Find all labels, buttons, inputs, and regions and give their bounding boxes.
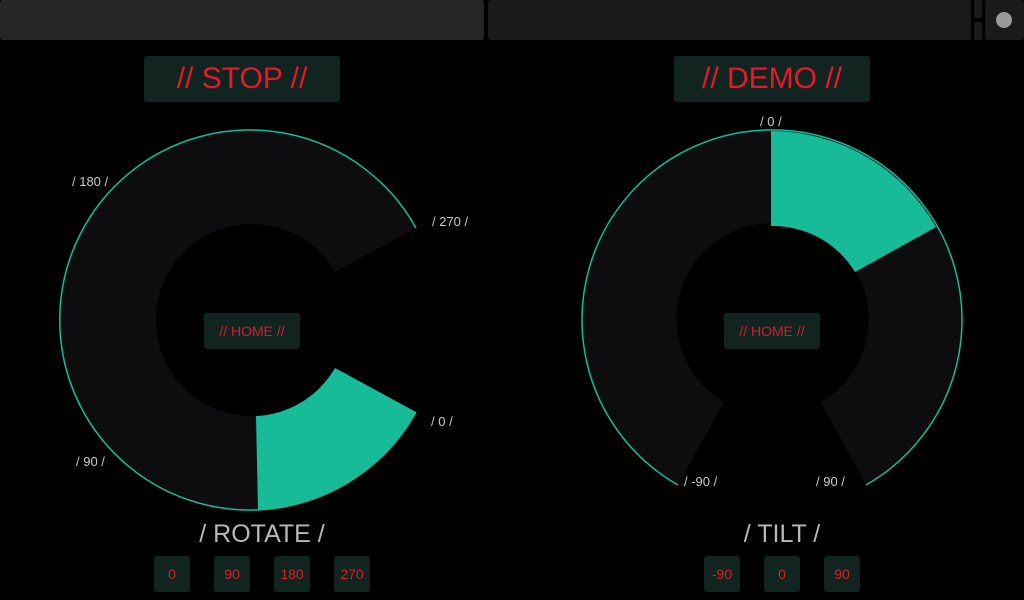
tilt-state-button[interactable]: // DEMO // (674, 56, 870, 102)
rotate-preset-0[interactable]: 0 (154, 556, 190, 592)
rotate-scale-270: / 270 / (432, 214, 469, 229)
tilt-preset-90[interactable]: 90 (824, 556, 860, 592)
tilt-scale-minus-90: / -90 / (684, 474, 718, 489)
tilt-scale-0: / 0 / (760, 114, 782, 129)
rotate-scale-0: / 0 / (431, 414, 453, 429)
tilt-title: / TILT / (743, 520, 821, 548)
tilt-preset-0[interactable]: 0 (764, 556, 800, 592)
tilt-preset-minus-90[interactable]: -90 (704, 556, 740, 592)
rotate-preset-180[interactable]: 180 (274, 556, 310, 592)
tilt-home-button[interactable]: // HOME // (724, 313, 820, 349)
rotate-preset-270[interactable]: 270 (334, 556, 370, 592)
rotate-home-button[interactable]: // HOME // (204, 313, 300, 349)
rotate-state-button[interactable]: // STOP // (144, 56, 340, 102)
tilt-scale-90: / 90 / (816, 474, 845, 489)
rotate-scale-180: / 180 / (72, 174, 109, 189)
rotate-preset-90[interactable]: 90 (214, 556, 250, 592)
rotate-title: / ROTATE / (199, 520, 325, 548)
rotate-scale-90: / 90 / (76, 454, 105, 469)
